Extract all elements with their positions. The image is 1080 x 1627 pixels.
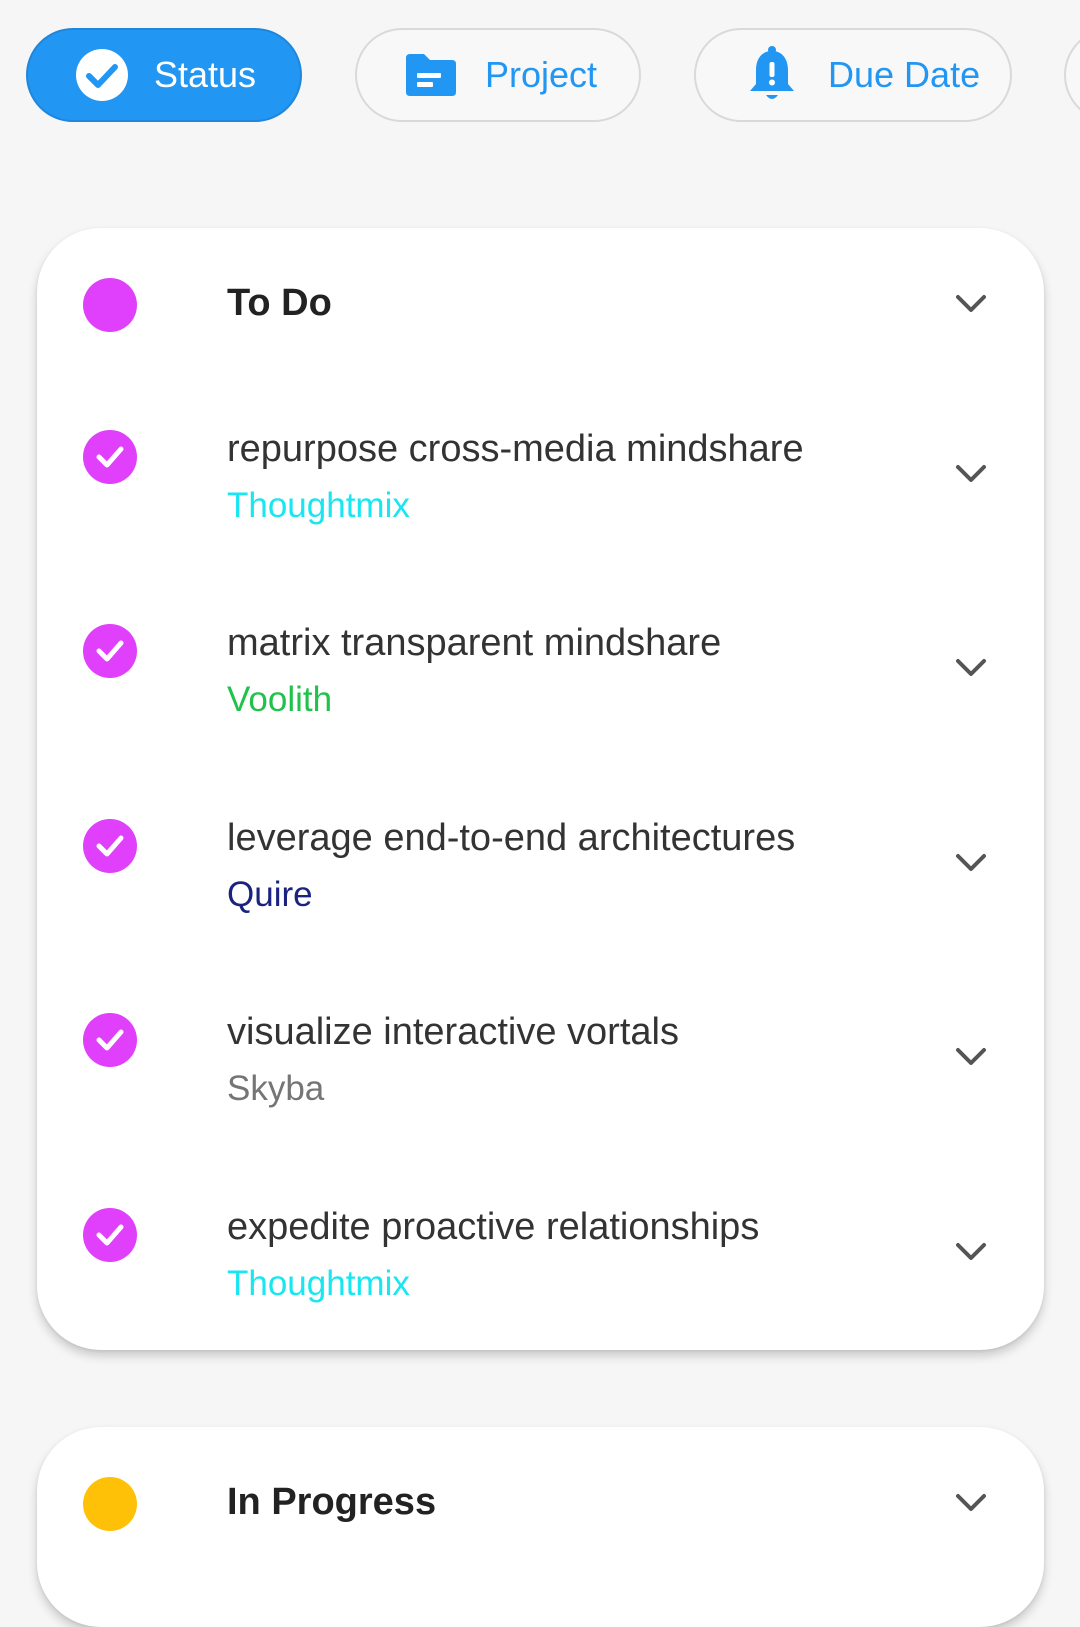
group-header-todo[interactable]: To Do — [37, 274, 1044, 334]
task-row[interactable]: expedite proactive relationships Thought… — [37, 1202, 1044, 1312]
filter-chip-project[interactable]: Project — [355, 28, 641, 122]
group-card-in-progress: In Progress — [37, 1427, 1044, 1627]
filter-chip-status[interactable]: Status — [26, 28, 302, 122]
task-title: visualize interactive vortals — [227, 1011, 679, 1053]
chevron-down-icon[interactable] — [953, 1234, 989, 1270]
check-circle-icon — [74, 47, 130, 103]
task-project: Skyba — [227, 1069, 325, 1108]
check-circle-icon[interactable] — [83, 1013, 137, 1067]
group-header-in-progress[interactable]: In Progress — [37, 1473, 1044, 1533]
bell-alert-icon — [744, 46, 800, 103]
filter-chip-more[interactable] — [1064, 28, 1080, 122]
task-title: leverage end-to-end architectures — [227, 817, 796, 859]
group-title: In Progress — [227, 1481, 437, 1523]
filter-chip-due-date-label: Due Date — [828, 54, 981, 95]
chevron-down-icon[interactable] — [953, 1485, 989, 1521]
group-card-todo: To Do repurpose cross-media mindshare Th… — [37, 228, 1044, 1350]
task-title: matrix transparent mindshare — [227, 622, 722, 664]
filter-chip-project-label: Project — [485, 54, 598, 95]
task-project: Voolith — [227, 680, 333, 719]
chevron-down-icon[interactable] — [953, 286, 989, 322]
task-row[interactable]: matrix transparent mindshare Voolith — [37, 618, 1044, 728]
task-project: Thoughtmix — [227, 1264, 410, 1303]
chevron-down-icon[interactable] — [953, 1039, 989, 1075]
task-title: repurpose cross-media mindshare — [227, 428, 804, 470]
filter-chip-bar: Status Project Due Date — [0, 0, 1080, 150]
chevron-down-icon[interactable] — [953, 845, 989, 881]
check-circle-icon[interactable] — [83, 819, 137, 873]
chevron-down-icon[interactable] — [953, 456, 989, 492]
check-circle-icon[interactable] — [83, 430, 137, 484]
status-dot — [83, 1477, 137, 1531]
check-circle-icon[interactable] — [83, 1208, 137, 1262]
task-project: Thoughtmix — [227, 486, 410, 525]
task-project: Quire — [227, 875, 313, 914]
folder-icon — [403, 47, 459, 103]
chevron-down-icon[interactable] — [953, 650, 989, 686]
filter-chip-status-label: Status — [154, 54, 257, 95]
task-row[interactable]: visualize interactive vortals Skyba — [37, 1007, 1044, 1117]
task-row[interactable]: leverage end-to-end architectures Quire — [37, 813, 1044, 923]
task-row[interactable]: repurpose cross-media mindshare Thoughtm… — [37, 424, 1044, 534]
check-circle-icon[interactable] — [83, 624, 137, 678]
group-title: To Do — [227, 282, 332, 324]
status-dot — [83, 278, 137, 332]
filter-chip-due-date[interactable]: Due Date — [694, 28, 1012, 122]
task-title: expedite proactive relationships — [227, 1206, 760, 1248]
